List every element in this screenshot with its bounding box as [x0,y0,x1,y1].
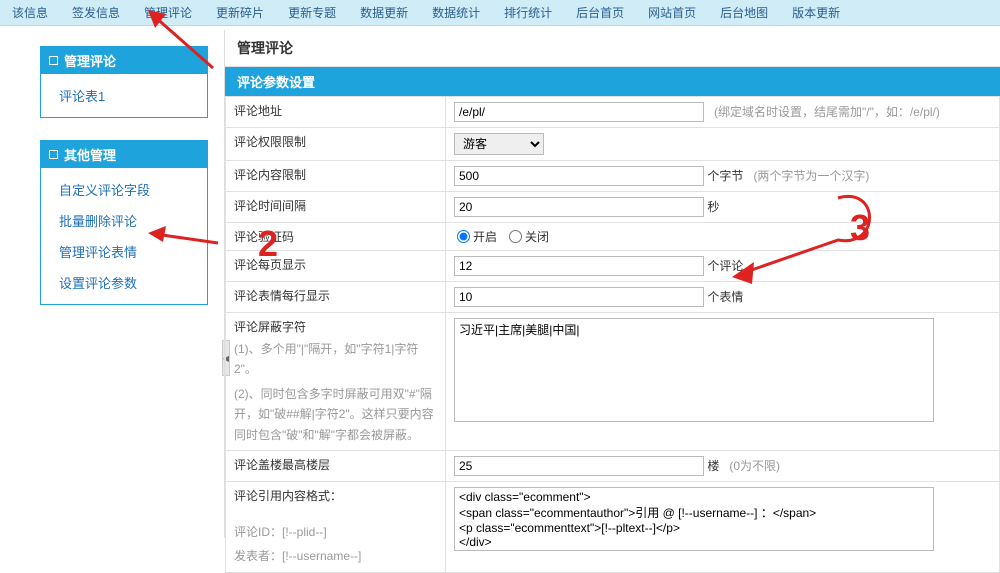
square-icon [49,150,58,159]
sidebar-item[interactable]: 自定义评论字段 [41,174,207,205]
label-content: 评论内容限制 [226,161,446,192]
sidebar-item[interactable]: 评论表1 [41,80,207,111]
nav-item[interactable]: 签发信息 [60,4,132,21]
panel-header: 其他管理 [41,141,207,168]
page-title: 管理评论 [225,30,1000,67]
captcha-on-radio[interactable] [457,230,470,243]
label-quote: 评论引用内容格式： 评论ID：[!--plid--] 发表者：[!--usern… [226,481,446,572]
label-perm: 评论权限限制 [226,128,446,161]
panel-title: 管理评论 [64,51,116,70]
top-nav: 该信息 签发信息 管理评论 更新碎片 更新专题 数据更新 数据统计 排行统计 后… [0,0,1000,26]
nav-item[interactable]: 后台地图 [708,4,780,21]
help-text: 评论ID：[!--plid--] [234,504,437,542]
section-bar: 评论参数设置 [225,67,1000,96]
label-block: 评论屏蔽字符 (1)、多个用"|"隔开，如"字符1|字符2"。 (2)、同时包含… [226,313,446,451]
square-icon [49,56,58,65]
nav-item[interactable]: 网站首页 [636,4,708,21]
help-text: (1)、多个用"|"隔开，如"字符1|字符2"。 [234,335,437,380]
help-text: 发表者：[!--username--] [234,542,437,566]
nav-item[interactable]: 版本更新 [780,4,852,21]
quote-textarea[interactable]: <div class="ecomment"> <span class="ecom… [454,487,934,551]
label-text: 评论引用内容格式： [234,487,437,504]
radio-label: 开启 [473,228,497,245]
unit: 个表情 [707,290,743,304]
nav-item[interactable]: 排行统计 [492,4,564,21]
panel-title: 其他管理 [64,145,116,164]
label-interval: 评论时间间隔 [226,192,446,223]
unit: 秒 [707,200,719,214]
help-text: (2)、同时包含多字时屏蔽可用双"#"隔开，如"破##解|字符2"。这样只要内容… [234,380,437,445]
label-faceline: 评论表情每行显示 [226,282,446,313]
hint: (两个字节为一个汉字) [753,169,869,183]
sidebar: 管理评论 评论表1 其他管理 自定义评论字段 批量删除评论 管理评论表情 设置评… [40,46,208,327]
label-perpage: 评论每页显示 [226,251,446,282]
nav-item[interactable]: 数据统计 [420,4,492,21]
nav-item[interactable]: 后台首页 [564,4,636,21]
unit: 楼 [707,459,719,473]
block-textarea[interactable]: 习近平|主席|美腿|中国| [454,318,934,422]
floor-input[interactable] [454,456,704,476]
perm-select[interactable]: 游客 [454,133,544,155]
unit: 个评论 [707,259,743,273]
unit: 个字节 [707,169,743,183]
nav-item[interactable]: 管理评论 [132,4,204,21]
nav-item[interactable]: 更新碎片 [204,4,276,21]
sidebar-item[interactable]: 批量删除评论 [41,205,207,236]
faceline-input[interactable] [454,287,704,307]
nav-item[interactable]: 该信息 [0,4,60,21]
address-input[interactable] [454,102,704,122]
label-floor: 评论盖楼最高楼层 [226,450,446,481]
interval-input[interactable] [454,197,704,217]
radio-label: 关闭 [525,228,549,245]
captcha-off-radio[interactable] [509,230,522,243]
label-address: 评论地址 [226,97,446,128]
panel-header: 管理评论 [41,47,207,74]
panel-other: 其他管理 自定义评论字段 批量删除评论 管理评论表情 设置评论参数 [40,140,208,305]
sidebar-item[interactable]: 管理评论表情 [41,236,207,267]
hint: (绑定域名时设置，结尾需加"/"，如：/e/pl/) [714,105,940,119]
nav-item[interactable]: 更新专题 [276,4,348,21]
main-content: 管理评论 评论参数设置 评论地址 (绑定域名时设置，结尾需加"/"，如：/e/p… [224,30,1000,538]
panel-comments: 管理评论 评论表1 [40,46,208,118]
label-text: 评论屏蔽字符 [234,318,437,335]
perpage-input[interactable] [454,256,704,276]
settings-table: 评论地址 (绑定域名时设置，结尾需加"/"，如：/e/pl/) 评论权限限制 游… [225,96,1000,573]
content-input[interactable] [454,166,704,186]
sidebar-item[interactable]: 设置评论参数 [41,267,207,298]
label-captcha: 评论验证码 [226,223,446,251]
hint: (0为不限) [729,459,780,473]
nav-item[interactable]: 数据更新 [348,4,420,21]
